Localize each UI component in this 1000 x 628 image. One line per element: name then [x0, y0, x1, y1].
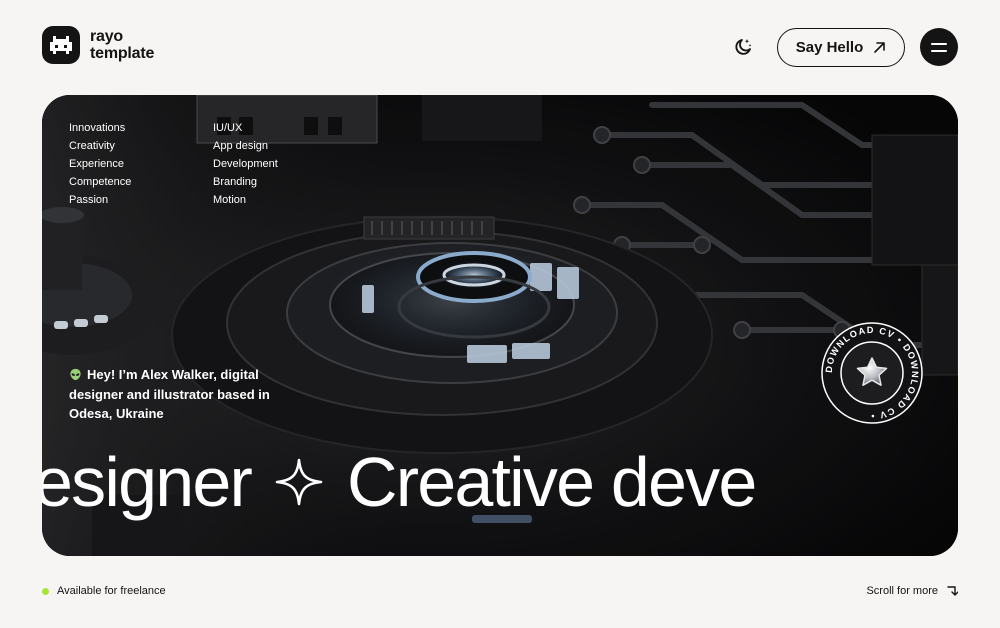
arrow-down-right-icon: [947, 586, 958, 596]
services-list-right: IU/UX App design Development Branding Mo…: [213, 121, 278, 207]
arrow-up-right-icon: [874, 42, 886, 53]
list-item: App design: [213, 140, 269, 152]
list-item: Motion: [213, 194, 247, 206]
list-item: IU/UX: [213, 122, 243, 134]
brand-name-line2: template: [90, 45, 155, 62]
scroll-for-more-label: Scroll for more: [866, 585, 938, 597]
marquee-banner: esigner Creative deve: [42, 442, 958, 522]
marquee-track: esigner Creative deve: [42, 442, 757, 522]
availability-label: Available for freelance: [57, 585, 166, 597]
brand-name: rayo template: [90, 28, 154, 62]
hero-banner: Innovations Creativity Experience Compet…: [42, 95, 958, 556]
brand-name-line1: rayo: [90, 28, 123, 45]
skills-list-left: Innovations Creativity Experience Compet…: [69, 121, 131, 207]
brand-logo[interactable]: rayo template: [42, 26, 154, 64]
alien-emoji-icon: [70, 368, 81, 381]
say-hello-button[interactable]: Say Hello: [777, 28, 905, 67]
intro-text: Hey! I’m Alex Walker, digital designer a…: [69, 365, 309, 424]
list-item: Experience: [69, 158, 125, 170]
menu-button[interactable]: [920, 28, 958, 66]
status-dot: [42, 587, 49, 595]
say-hello-label: Say Hello: [795, 39, 864, 56]
hamburger-icon-bar-2: [931, 49, 947, 52]
list-item: Passion: [69, 194, 109, 206]
intro-text-body: Hey! I’m Alex Walker, digital designer a…: [69, 367, 270, 421]
download-cv-ring: DOWNLOAD CV • DOWNLOAD CV •: [821, 322, 923, 424]
sparkle-star-icon: [275, 458, 323, 506]
hamburger-icon-bar-1: [931, 42, 947, 45]
availability-status: Available for freelance: [42, 585, 166, 597]
theme-toggle-button[interactable]: [732, 36, 754, 58]
list-item: Development: [213, 158, 278, 170]
marquee-text-left: esigner: [42, 443, 253, 521]
list-item: Innovations: [69, 122, 126, 134]
list-item: Branding: [213, 176, 258, 188]
download-cv-badge[interactable]: DOWNLOAD CV • DOWNLOAD CV •: [820, 321, 924, 425]
list-item: Creativity: [69, 140, 115, 152]
list-item: Competence: [69, 176, 132, 188]
pixel-alien-logo-icon: [42, 26, 80, 64]
moon-stars-icon: [735, 39, 752, 55]
scroll-for-more-link[interactable]: Scroll for more: [866, 585, 958, 597]
marquee-text-right: Creative deve: [347, 443, 757, 521]
